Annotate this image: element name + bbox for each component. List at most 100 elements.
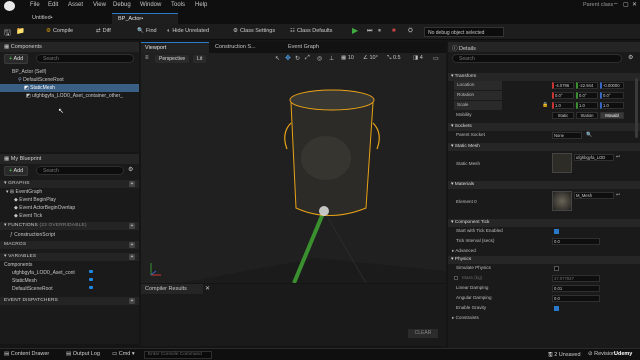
rotation-y-field[interactable]: 0.0° (576, 92, 598, 99)
grid-snap-control[interactable]: ▦ 10 (341, 55, 354, 61)
advanced-expander[interactable]: ▸ Advanced (448, 247, 640, 256)
material-thumbnail[interactable] (552, 191, 572, 211)
sockets-section[interactable]: ▾ Sockets (448, 123, 640, 131)
save-icon[interactable]: 🖫 (4, 27, 11, 41)
browse-asset-icon[interactable]: ↩ (616, 154, 620, 160)
scale-y-field[interactable]: 1.0 (576, 102, 598, 109)
stop-icon[interactable]: ■ (392, 28, 396, 34)
event-item-overlap[interactable]: ◆ Event ActorBeginOverlap (0, 204, 139, 212)
lock-icon[interactable]: 🔒 (542, 102, 548, 108)
physics-section[interactable]: ▾ Physics (448, 256, 640, 264)
start-tick-checkbox[interactable] (554, 229, 559, 234)
close-window-icon[interactable]: ✕ (632, 1, 637, 8)
settings-icon[interactable]: ⚙ (128, 166, 133, 173)
find-button[interactable]: 🔍 Find (137, 28, 157, 34)
scale-dropdown[interactable]: Scale (454, 101, 502, 110)
compiler-results-tab[interactable]: Compiler Results (141, 284, 203, 294)
lit-button[interactable]: Lit (193, 55, 207, 63)
minimize-icon[interactable]: – (614, 1, 617, 7)
location-z-field[interactable]: -0.00000 (600, 82, 624, 89)
tab-event-graph[interactable]: Event Graph (284, 42, 354, 53)
diff-button[interactable]: ⇄ Diff (96, 28, 111, 34)
menu-debug[interactable]: Debug (113, 2, 131, 8)
variable-item-static-mesh[interactable]: StaticMesh (0, 277, 139, 285)
maximize-icon[interactable]: ▢ (623, 1, 629, 8)
close-tab-icon[interactable]: ✕ (205, 285, 210, 292)
tree-item-self[interactable]: BP_Actor (Self) (0, 68, 139, 76)
tab-bp-actor[interactable]: BP_Actor• (112, 13, 178, 24)
function-item-construction[interactable]: ƒ ConstructionScript (0, 231, 139, 239)
static-mesh-picker[interactable]: ufghbgyfa_LOD (574, 154, 614, 161)
section-functions[interactable]: ▾ FUNCTIONS (23 OVERRIDABLE) + (0, 222, 139, 230)
enable-gravity-checkbox[interactable] (554, 306, 559, 311)
add-macro-icon[interactable]: + (129, 242, 135, 248)
section-event-dispatchers[interactable]: EVENT DISPATCHERS + (0, 297, 139, 305)
scale-tool-icon[interactable]: ⤢ (305, 55, 310, 62)
rotation-z-field[interactable]: 0.0° (600, 92, 624, 99)
browse-icon[interactable]: 📁 (16, 27, 25, 35)
menu-asset[interactable]: Asset (68, 2, 83, 8)
section-macros[interactable]: MACROS + (0, 241, 139, 249)
debug-filter-icon[interactable]: ⛭ (408, 28, 413, 35)
unsaved-indicator[interactable]: 🖫 2 Unsaved (548, 351, 581, 360)
details-settings-icon[interactable]: ⚙ (628, 54, 633, 61)
constraints-expander[interactable]: ▸ Constraints (448, 314, 640, 323)
simulate-physics-checkbox[interactable] (554, 266, 559, 271)
hide-unrelated-button[interactable]: ◐ Hide Unrelated (167, 28, 209, 34)
step-icon[interactable]: ⏭ (367, 28, 372, 35)
tab-untitled[interactable]: Untitled• (26, 13, 59, 24)
mobility-stationary-button[interactable]: Station (576, 112, 598, 119)
event-graph-item[interactable]: ▾ ⊞ EventGraph (0, 188, 139, 196)
add-member-button[interactable]: + Add (4, 166, 29, 176)
static-mesh-section[interactable]: ▾ Static Mesh (448, 143, 640, 151)
menu-view[interactable]: View (93, 2, 106, 8)
menu-tools[interactable]: Tools (171, 2, 185, 8)
tree-item-static-mesh[interactable]: ◩ StaticMesh (0, 84, 139, 92)
viewport-3d[interactable]: ≡ Perspective Lit ↖ ✥ ↻ ⤢ ◎ ⊥ ▦ 10 ∠ 10°… (141, 53, 446, 283)
viewport-menu-icon[interactable]: ≡ (145, 55, 149, 61)
cmd-dropdown[interactable]: ▭ Cmd ▾ (112, 351, 135, 357)
content-drawer-button[interactable]: ▤ Content Drawer (4, 351, 49, 357)
move-tool-icon[interactable]: ✥ (285, 54, 291, 62)
details-search-input[interactable]: Search (452, 54, 622, 63)
component-tick-section[interactable]: ▾ Component Tick (448, 219, 640, 227)
rotation-snap-control[interactable]: ∠ 10° (363, 55, 378, 61)
viewport-layout-icon[interactable]: ▭ (433, 55, 439, 62)
output-log-button[interactable]: ▤ Output Log (66, 351, 100, 357)
add-function-icon[interactable]: + (129, 223, 135, 229)
location-dropdown[interactable]: Location (454, 81, 502, 90)
components-search-input[interactable]: Search (36, 54, 134, 63)
world-space-icon[interactable]: ◎ (317, 55, 322, 62)
location-x-field[interactable]: -4.0796 (552, 82, 574, 89)
perspective-button[interactable]: Perspective (155, 55, 190, 63)
scale-snap-control[interactable]: ⤡ 0.5 (387, 55, 401, 62)
add-dispatcher-icon[interactable]: + (129, 298, 135, 304)
class-defaults-button[interactable]: ☷ Class Defaults (290, 28, 332, 34)
variable-item-mesh-child[interactable]: ufghbgyfa_LOD0_Aset_cont (0, 269, 139, 277)
details-scrollbar[interactable] (635, 78, 638, 138)
pause-icon[interactable]: ⏸ (378, 28, 381, 35)
mobility-static-button[interactable]: Static (552, 112, 574, 119)
mesh-thumbnail[interactable] (552, 153, 572, 173)
add-variable-icon[interactable]: + (129, 254, 135, 260)
revision-control-button[interactable]: ⊘ Revision (588, 351, 615, 357)
rotation-dropdown[interactable]: Rotation (454, 91, 502, 100)
materials-section[interactable]: ▾ Materials (448, 181, 640, 189)
class-settings-button[interactable]: ⚙ Class Settings (233, 28, 275, 34)
scale-x-field[interactable]: 1.0 (552, 102, 574, 109)
compile-button[interactable]: ⚙ Compile (46, 28, 73, 34)
rotate-tool-icon[interactable]: ↻ (295, 55, 300, 62)
browse-asset-icon[interactable]: ↩ (616, 192, 620, 198)
angular-damping-field[interactable]: 0.0 (552, 295, 600, 302)
select-tool-icon[interactable]: ↖ (275, 55, 280, 62)
parent-socket-field[interactable]: None (552, 132, 582, 139)
tree-item-child-mesh[interactable]: ◩ ufghbgyfa_LOD0_Aset_container_other_ (0, 92, 139, 100)
tab-viewport[interactable]: Viewport (141, 42, 209, 53)
transform-section[interactable]: ▾ Transform (448, 73, 640, 81)
console-input[interactable]: Enter Console Command (144, 351, 212, 359)
menu-file[interactable]: File (30, 2, 40, 8)
scale-z-field[interactable]: 1.0 (600, 102, 624, 109)
menu-help[interactable]: Help (195, 2, 207, 8)
linear-damping-field[interactable]: 0.01 (552, 285, 600, 292)
variable-item-scene-root[interactable]: DefaultSceneRoot (0, 285, 139, 293)
